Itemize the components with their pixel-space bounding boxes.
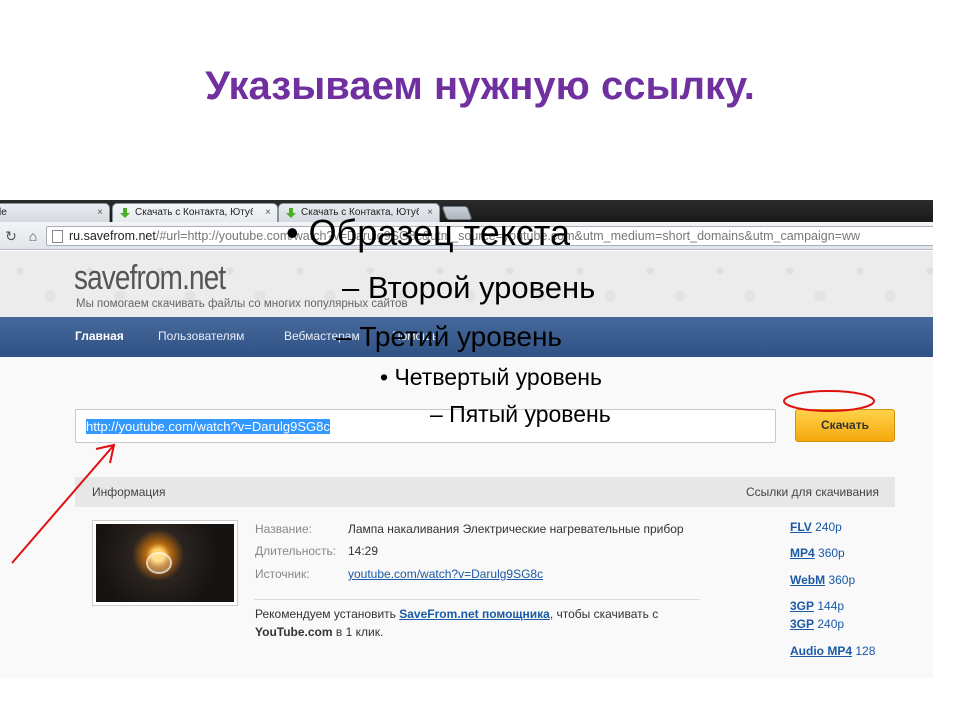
close-icon[interactable]: × xyxy=(97,204,103,221)
home-icon[interactable]: ⌂ xyxy=(24,227,42,245)
reload-icon[interactable]: ↻ xyxy=(2,227,20,245)
download-link-flv-240[interactable]: FLV 240p xyxy=(790,520,842,534)
link-quality: 240p xyxy=(817,617,845,631)
download-link-webm-360[interactable]: WebM 360p xyxy=(790,573,855,587)
link-format: WebM xyxy=(790,573,826,587)
link-format: 3GP xyxy=(790,617,815,631)
overlay-level-2: – Второй уровень xyxy=(342,270,596,305)
source-label: Источник: xyxy=(255,567,310,581)
lamp-image xyxy=(96,524,234,602)
link-quality: 360p xyxy=(818,546,845,560)
nav-item-home[interactable]: Главная xyxy=(75,329,124,343)
links-header: Ссылки для скачивания xyxy=(745,485,879,499)
download-link-mp4-360[interactable]: MP4 360p xyxy=(790,546,845,560)
download-button[interactable]: Скачать xyxy=(795,409,895,442)
recommend-text: Рекомендуем установить SaveFrom.net помо… xyxy=(255,605,705,641)
info-header: Информация xyxy=(92,485,166,499)
download-link-3gp-240[interactable]: 3GP 240p xyxy=(790,617,844,631)
address-host: ru.savefrom.net xyxy=(69,229,156,243)
page-icon xyxy=(52,230,63,243)
browser-tab-2[interactable]: Скачать с Контакта, Ютуб × xyxy=(112,203,278,222)
url-input[interactable]: http://youtube.com/watch?v=Darulg9SG8c xyxy=(75,409,776,443)
download-link-audio-mp4-128[interactable]: Audio MP4 128 xyxy=(790,644,875,658)
overlay-level-1: • Образец текста xyxy=(286,212,570,253)
url-input-value: http://youtube.com/watch?v=Darulg9SG8c xyxy=(86,419,330,434)
recommend-mid: , чтобы скачивать с xyxy=(549,607,659,621)
link-format: 3GP xyxy=(790,599,815,613)
name-label: Название: xyxy=(255,522,312,536)
slide-title: Указываем нужную ссылку. xyxy=(205,64,755,108)
link-format: FLV xyxy=(790,520,812,534)
name-value: Лампа накаливания Электрические нагреват… xyxy=(348,522,684,536)
helper-link[interactable]: SaveFrom.net помощника xyxy=(399,607,550,621)
recommend-post: в 1 клик. xyxy=(332,625,384,639)
download-arrow-icon xyxy=(120,208,130,218)
link-format: Audio MP4 xyxy=(790,644,852,658)
link-quality: 360p xyxy=(828,573,856,587)
close-icon[interactable]: × xyxy=(265,204,271,221)
link-quality: 128 xyxy=(855,644,876,658)
source-link[interactable]: youtube.com/watch?v=Darulg9SG8c xyxy=(348,567,543,581)
overlay-level-3: – Третий уровень xyxy=(336,321,562,352)
play-icon[interactable] xyxy=(146,552,172,574)
recommend-pre: Рекомендуем установить xyxy=(255,607,400,621)
info-bar: Информация Ссылки для скачивания xyxy=(75,477,895,507)
divider xyxy=(254,599,700,600)
youtube-name: YouTube.com xyxy=(255,625,333,639)
link-format: MP4 xyxy=(790,546,815,560)
download-link-3gp-144[interactable]: 3GP 144p xyxy=(790,599,844,613)
overlay-level-5: – Пятый уровень xyxy=(430,401,611,427)
duration-label: Длительность: xyxy=(255,544,337,558)
overlay-level-4: • Четвертый уровень xyxy=(380,364,602,390)
nav-item-users[interactable]: Пользователям xyxy=(158,329,244,343)
tab-label: Скачать с Контакта, Ютуб xyxy=(135,207,253,218)
link-quality: 240p xyxy=(815,520,842,534)
site-logo[interactable]: savefrom.net xyxy=(74,259,226,298)
link-quality: 144p xyxy=(817,599,845,613)
browser-tab-1[interactable]: le × xyxy=(0,203,110,222)
video-thumbnail[interactable] xyxy=(92,520,238,606)
tab-label: le xyxy=(0,207,7,218)
duration-value: 14:29 xyxy=(348,544,379,558)
